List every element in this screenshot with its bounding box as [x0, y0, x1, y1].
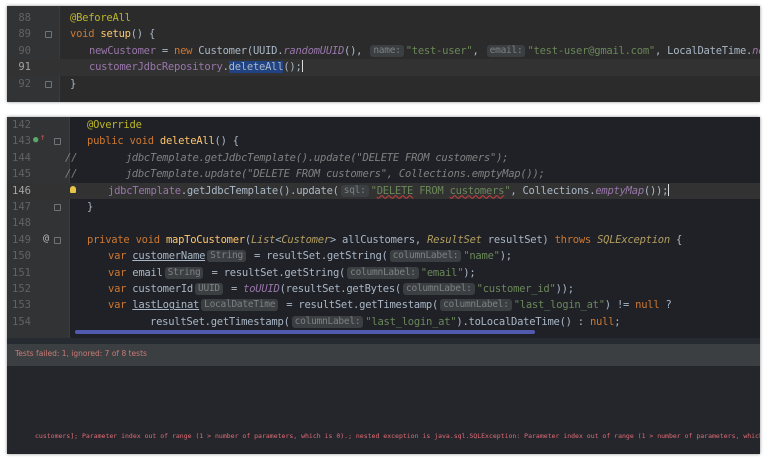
type-hint: String	[165, 267, 204, 279]
text-cursor	[668, 184, 669, 196]
line-number: 150	[7, 248, 31, 264]
line-number: 144	[7, 150, 31, 166]
param-hint: email:	[487, 45, 526, 57]
line-number: 148	[7, 215, 31, 231]
code-line[interactable]: 154 resultSet.getTimestamp(columnLabel:"…	[7, 314, 760, 330]
fold-icon[interactable]	[45, 81, 52, 88]
code-line[interactable]: 149 @ private void mapToCustomer(List<Cu…	[7, 232, 760, 248]
code-line[interactable]: 142 @Override	[7, 117, 760, 133]
code-line[interactable]: 147 }	[7, 199, 760, 215]
line-number: 89	[7, 26, 31, 42]
line-number: 146	[7, 183, 31, 199]
line-number: 92	[7, 76, 31, 92]
code-line[interactable]: 89 void setup() {	[7, 26, 760, 42]
param-hint: sql:	[341, 185, 369, 197]
code-line-current[interactable]: 146 jdbcTemplate.getJdbcTemplate().updat…	[7, 183, 760, 199]
code-line[interactable]: 143 ● ↑ public void deleteAll() {	[7, 133, 760, 149]
code-line[interactable]: 148	[7, 215, 760, 231]
code-line[interactable]: 144 // jdbcTemplate.getJdbcTemplate().up…	[7, 150, 760, 166]
console-error-line: customers]; Parameter index out of range…	[35, 432, 760, 440]
line-number: 149	[7, 232, 31, 248]
horizontal-scrollbar-thumb[interactable]	[75, 330, 535, 334]
override-method-icon[interactable]: ●	[33, 135, 38, 145]
type-hint: String	[207, 250, 246, 262]
code-line[interactable]: 150 var customerNameString = resultSet.g…	[7, 248, 760, 264]
param-hint: columnLabel:	[403, 283, 475, 295]
line-number: 154	[7, 314, 31, 330]
code-line[interactable]: 152 var customerIdUUID = toUUID(resultSe…	[7, 281, 760, 297]
line-number: 152	[7, 281, 31, 297]
fold-icon[interactable]	[54, 138, 61, 145]
param-hint: columnLabel:	[440, 299, 512, 311]
line-number: 151	[7, 265, 31, 281]
fold-icon[interactable]	[54, 204, 61, 211]
text-cursor	[302, 60, 303, 72]
run-console[interactable]: customers]; Parameter index out of range…	[7, 366, 760, 454]
code-line[interactable]: 88 @BeforeAll	[7, 10, 760, 26]
code-line[interactable]: 153 var lastLoginatLocalDateTime = resul…	[7, 297, 760, 313]
type-hint: UUID	[195, 283, 223, 295]
lightbulb-icon[interactable]	[70, 186, 76, 193]
param-hint: columnLabel:	[347, 267, 419, 279]
code-line[interactable]: 145 // jdbcTemplate.update("DELETE FROM …	[7, 166, 760, 182]
param-hint: columnLabel:	[390, 250, 462, 262]
editor-panel-bottom: 142 @Override 143 ● ↑ public void delete…	[7, 117, 760, 454]
test-results-bar: Tests failed: 1, ignored: 7 of 8 tests	[7, 344, 760, 366]
line-number: 143	[7, 133, 31, 149]
code-line[interactable]: 151 var emailString = resultSet.getStrin…	[7, 265, 760, 281]
editor-panel-top: 88 @BeforeAll 89 void setup() { 90 newCu…	[7, 6, 760, 102]
type-hint: LocalDateTime	[201, 299, 278, 311]
code-line-current[interactable]: 91 customerJdbcRepository.deleteAll();	[7, 59, 760, 75]
line-number: 145	[7, 166, 31, 182]
implements-arrow-icon[interactable]: ↑	[40, 133, 45, 143]
code-line[interactable]: 92 }	[7, 76, 760, 92]
line-number: 147	[7, 199, 31, 215]
line-number: 90	[7, 43, 31, 59]
fold-icon[interactable]	[45, 31, 52, 38]
param-hint: columnLabel:	[292, 316, 364, 328]
line-number: 142	[7, 117, 31, 133]
param-hint: name:	[370, 45, 403, 57]
line-number: 88	[7, 10, 31, 26]
line-number: 153	[7, 297, 31, 313]
test-status-text: Tests failed: 1, ignored: 7 of 8 tests	[15, 349, 147, 358]
fold-icon[interactable]	[54, 237, 61, 244]
line-number: 91	[7, 59, 31, 75]
code-line[interactable]: 90 newCustomer = new Customer(UUID.rando…	[7, 43, 760, 59]
at-annotation-icon[interactable]: @	[43, 233, 49, 244]
